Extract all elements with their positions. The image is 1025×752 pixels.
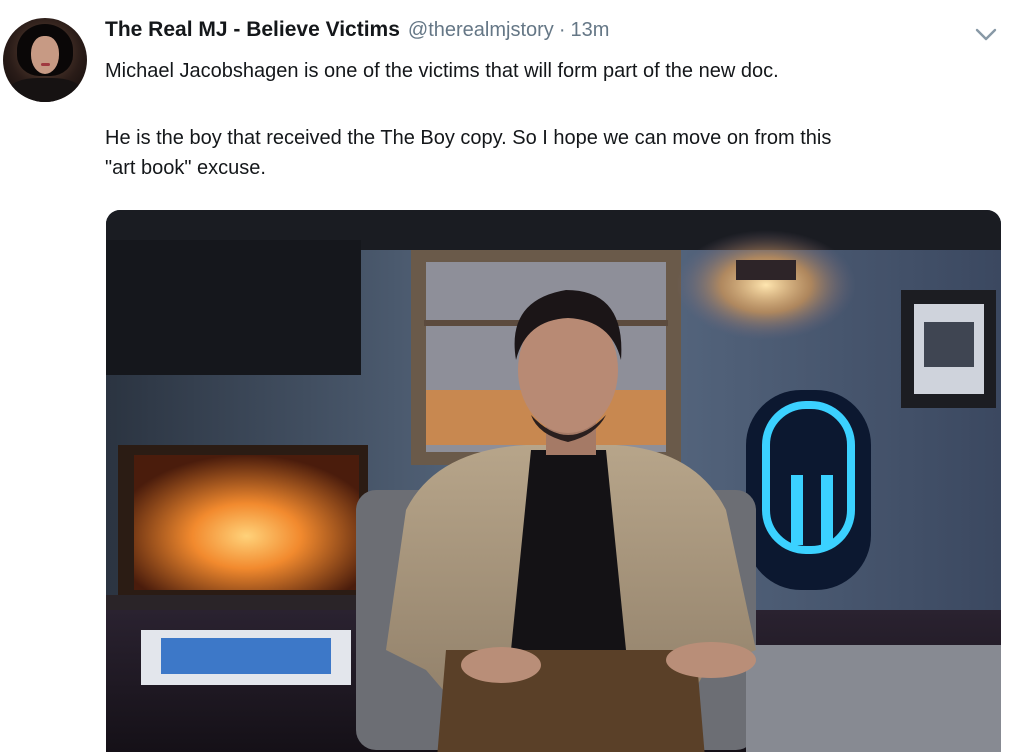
jukebox-neon-bar xyxy=(821,475,833,545)
person-right-hand xyxy=(666,642,756,678)
sofa xyxy=(746,645,1001,752)
avatar-mouth xyxy=(41,63,50,66)
separator-dot: · xyxy=(558,19,566,41)
tweet-media-image[interactable] xyxy=(106,210,1001,752)
person-shirt xyxy=(511,450,626,650)
display-name[interactable]: The Real MJ - Believe Victims xyxy=(105,18,400,42)
tweet-text-line-2: He is the boy that received the The Boy … xyxy=(105,127,832,149)
chevron-down-icon[interactable] xyxy=(975,28,997,42)
tweet-header: The Real MJ - Believe Victims @therealmj… xyxy=(105,18,609,46)
tweet-text-line-1: Michael Jacobshagen is one of the victim… xyxy=(105,60,779,82)
media-photo xyxy=(106,210,1001,752)
timestamp[interactable]: 13m xyxy=(570,19,609,42)
picture-art xyxy=(924,322,974,367)
user-handle[interactable]: @therealmjstory xyxy=(408,19,554,42)
wall-lamp xyxy=(736,260,796,280)
tweet-text-paragraph-2: He is the boy that received the The Boy … xyxy=(105,123,1010,183)
tweet[interactable]: The Real MJ - Believe Victims @therealmj… xyxy=(0,0,1025,752)
avatar[interactable] xyxy=(3,18,87,102)
jukebox-neon-bar xyxy=(791,475,803,545)
avatar-shirt xyxy=(9,78,81,102)
person-left-hand xyxy=(461,647,541,683)
wall-tv xyxy=(106,240,361,375)
fireplace-fire xyxy=(134,455,359,590)
book-cover xyxy=(161,638,331,674)
tweet-text-line-3: "art book" excuse. xyxy=(105,157,266,179)
avatar-face xyxy=(31,36,59,74)
wall-lamp-glow xyxy=(676,230,856,340)
